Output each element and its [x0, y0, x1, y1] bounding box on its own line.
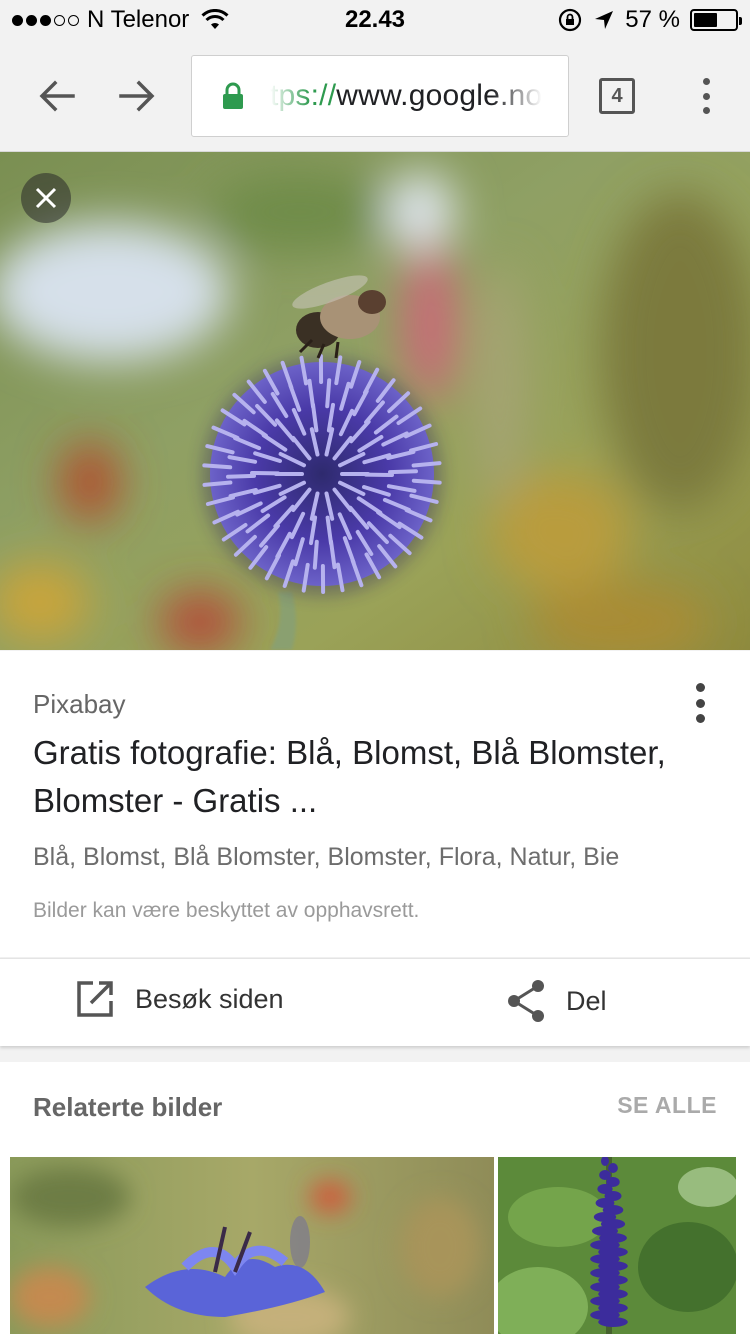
- result-info-card: Pixabay Gratis fotografie: Blå, Blomst, …: [0, 651, 750, 957]
- close-button[interactable]: [21, 173, 71, 223]
- status-right: 57 %: [557, 6, 742, 34]
- result-tags: Blå, Blomst, Blå Blomster, Blomster, Flo…: [33, 843, 620, 871]
- related-image-thumbnail[interactable]: [10, 1157, 494, 1334]
- url-text: tps://www.google.no: [270, 79, 543, 113]
- share-label: Del: [566, 985, 607, 1016]
- browser-toolbar: tps://www.google.no 4: [0, 40, 750, 152]
- forward-button[interactable]: [111, 70, 163, 122]
- open-in-new-icon: [77, 981, 113, 1017]
- related-images-title: Relaterte bilder: [33, 1092, 223, 1122]
- related-image-thumbnail[interactable]: [498, 1157, 736, 1334]
- copyright-notice: Bilder kan være beskyttet av opphavsrett…: [33, 899, 420, 922]
- url-host: www.google.no: [336, 79, 543, 112]
- result-more-button[interactable]: [686, 681, 714, 725]
- back-arrow-icon: [39, 80, 75, 112]
- location-arrow-icon: [595, 11, 614, 29]
- battery-percentage: 57 %: [625, 6, 680, 33]
- action-bar: Besøk siden Del: [0, 958, 750, 1046]
- share-button[interactable]: Del: [506, 979, 607, 1023]
- forward-arrow-icon: [119, 80, 155, 112]
- globe-thistle-bee-photo: [0, 152, 750, 650]
- source-name: Pixabay: [33, 689, 126, 719]
- tab-switcher-button[interactable]: 4: [599, 78, 635, 114]
- see-all-button[interactable]: SE ALLE: [617, 1092, 717, 1119]
- back-button[interactable]: [31, 70, 83, 122]
- orientation-lock-icon: [559, 8, 582, 32]
- result-image[interactable]: [0, 152, 750, 650]
- visit-page-label: Besøk siden: [135, 983, 284, 1014]
- browser-menu-button[interactable]: [690, 74, 722, 118]
- share-icon: [508, 980, 544, 1022]
- tab-count: 4: [611, 84, 623, 107]
- url-bar[interactable]: tps://www.google.no: [191, 55, 569, 137]
- related-images-section: Relaterte bilder SE ALLE: [0, 1062, 750, 1334]
- cornflower-photo: [10, 1157, 494, 1334]
- result-title[interactable]: Gratis fotografie: Blå, Blomst, Blå Blom…: [33, 729, 673, 825]
- lock-icon: [223, 82, 243, 109]
- status-bar: N Telenor 22.43 57 %: [0, 0, 750, 40]
- close-icon: [35, 187, 57, 209]
- url-scheme: tps://: [270, 79, 337, 112]
- battery-icon: [690, 9, 742, 31]
- visit-page-button[interactable]: Besøk siden: [75, 979, 284, 1019]
- veronica-spike-photo: [498, 1157, 736, 1334]
